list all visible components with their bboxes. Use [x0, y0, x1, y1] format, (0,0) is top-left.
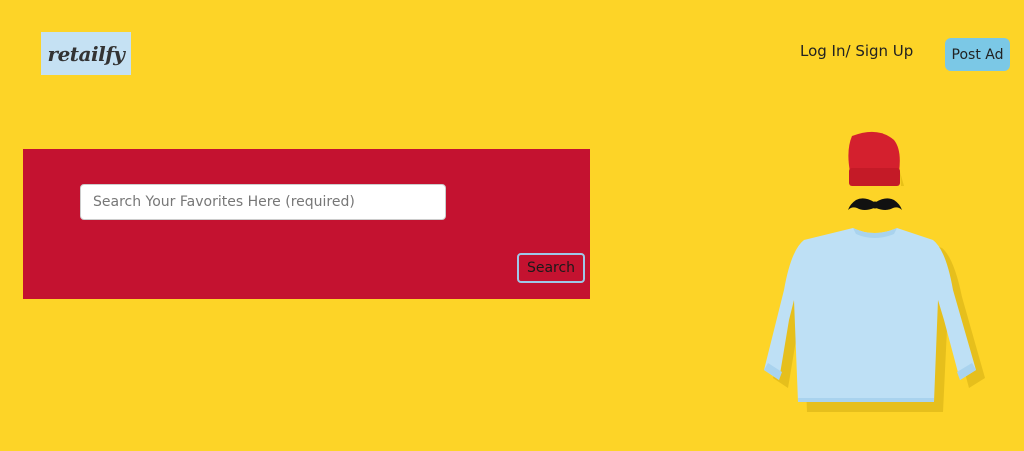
mustache-icon [848, 198, 902, 210]
search-button[interactable]: Search [517, 253, 585, 283]
logo-text: retailfy [47, 41, 125, 66]
search-panel: Search [23, 149, 590, 299]
logo[interactable]: retailfy [41, 32, 131, 75]
login-signup-link[interactable]: Log In/ Sign Up [800, 42, 913, 60]
red-beanie-icon [848, 131, 904, 186]
post-ad-button[interactable]: Post Ad [945, 38, 1010, 71]
search-input[interactable] [80, 184, 446, 220]
clothing-illustration [760, 128, 990, 413]
